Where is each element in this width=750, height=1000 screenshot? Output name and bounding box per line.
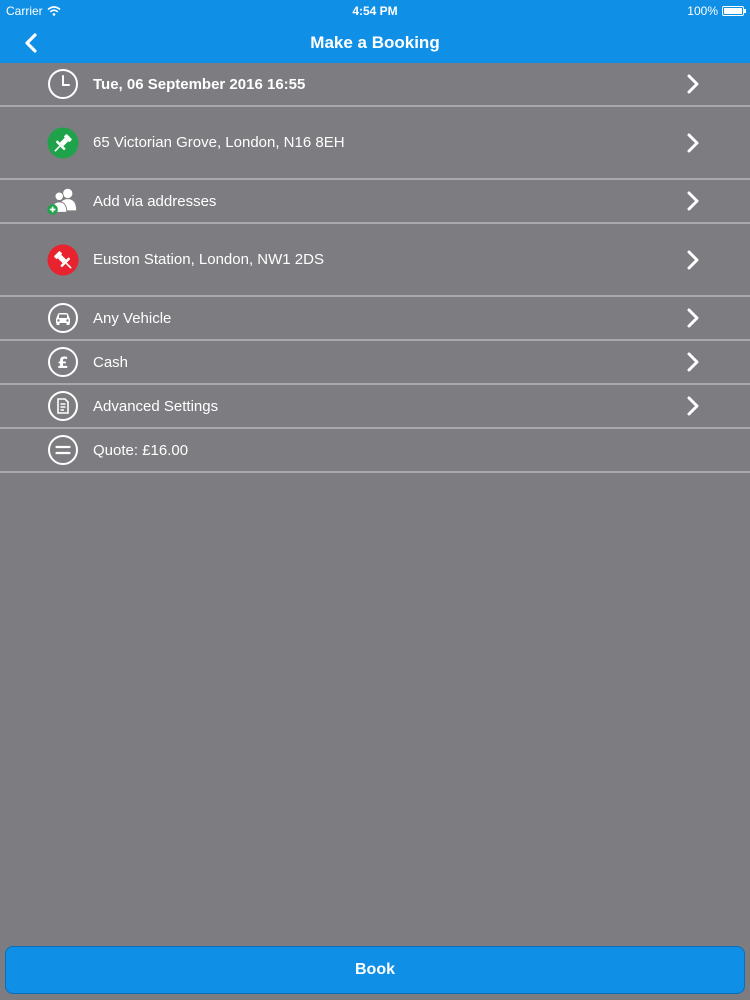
nav-bar: Make a Booking	[0, 22, 750, 63]
pound-icon: £	[47, 346, 79, 378]
pickup-pin-icon	[47, 127, 79, 159]
pickup-address-label: 65 Victorian Grove, London, N16 8EH	[93, 134, 345, 151]
document-settings-icon	[47, 390, 79, 422]
status-battery: 100%	[687, 0, 746, 22]
car-icon	[47, 302, 79, 334]
payment-label: Cash	[93, 353, 129, 371]
row-pickup-address[interactable]: 65 Victorian Grove, London, N16 8EH	[0, 107, 750, 180]
chevron-right-icon	[684, 74, 702, 94]
page-title: Make a Booking	[310, 33, 440, 52]
row-quote: Quote: £16.00	[0, 429, 750, 473]
vehicle-label: Any Vehicle	[93, 309, 172, 327]
status-bar: Carrier 4:54 PM 100%	[0, 0, 750, 22]
header: Carrier 4:54 PM 100% Make a Booking	[0, 0, 750, 63]
clock-icon	[47, 68, 79, 100]
add-via-label: Add via addresses	[93, 192, 217, 210]
row-vehicle[interactable]: Any Vehicle	[0, 297, 750, 341]
row-destination-address[interactable]: Euston Station, London, NW1 2DS	[0, 224, 750, 297]
battery-icon	[722, 6, 746, 16]
quote-icon	[47, 434, 79, 466]
row-advanced-settings[interactable]: Advanced Settings	[0, 385, 750, 429]
chevron-right-icon	[684, 250, 702, 270]
add-people-icon	[47, 185, 79, 217]
destination-address-label: Euston Station, London, NW1 2DS	[93, 251, 324, 268]
book-button[interactable]: Book	[5, 946, 745, 994]
battery-percent: 100%	[687, 4, 718, 18]
chevron-right-icon	[684, 191, 702, 211]
chevron-right-icon	[684, 396, 702, 416]
pickup-time-label: Tue, 06 September 2016 16:55	[93, 75, 306, 93]
row-pickup-time[interactable]: Tue, 06 September 2016 16:55	[0, 63, 750, 107]
advanced-settings-label: Advanced Settings	[93, 397, 219, 415]
row-add-via[interactable]: Add via addresses	[0, 180, 750, 224]
chevron-right-icon	[684, 133, 702, 153]
svg-text:£: £	[57, 353, 68, 372]
row-payment[interactable]: £ Cash	[0, 341, 750, 385]
quote-label: Quote: £16.00	[93, 441, 189, 459]
chevron-right-icon	[684, 308, 702, 328]
booking-options-list: Tue, 06 September 2016 16:55 65 Victoria…	[0, 63, 750, 473]
dropoff-pin-icon	[47, 244, 79, 276]
chevron-right-icon	[684, 352, 702, 372]
status-time: 4:54 PM	[352, 4, 398, 18]
